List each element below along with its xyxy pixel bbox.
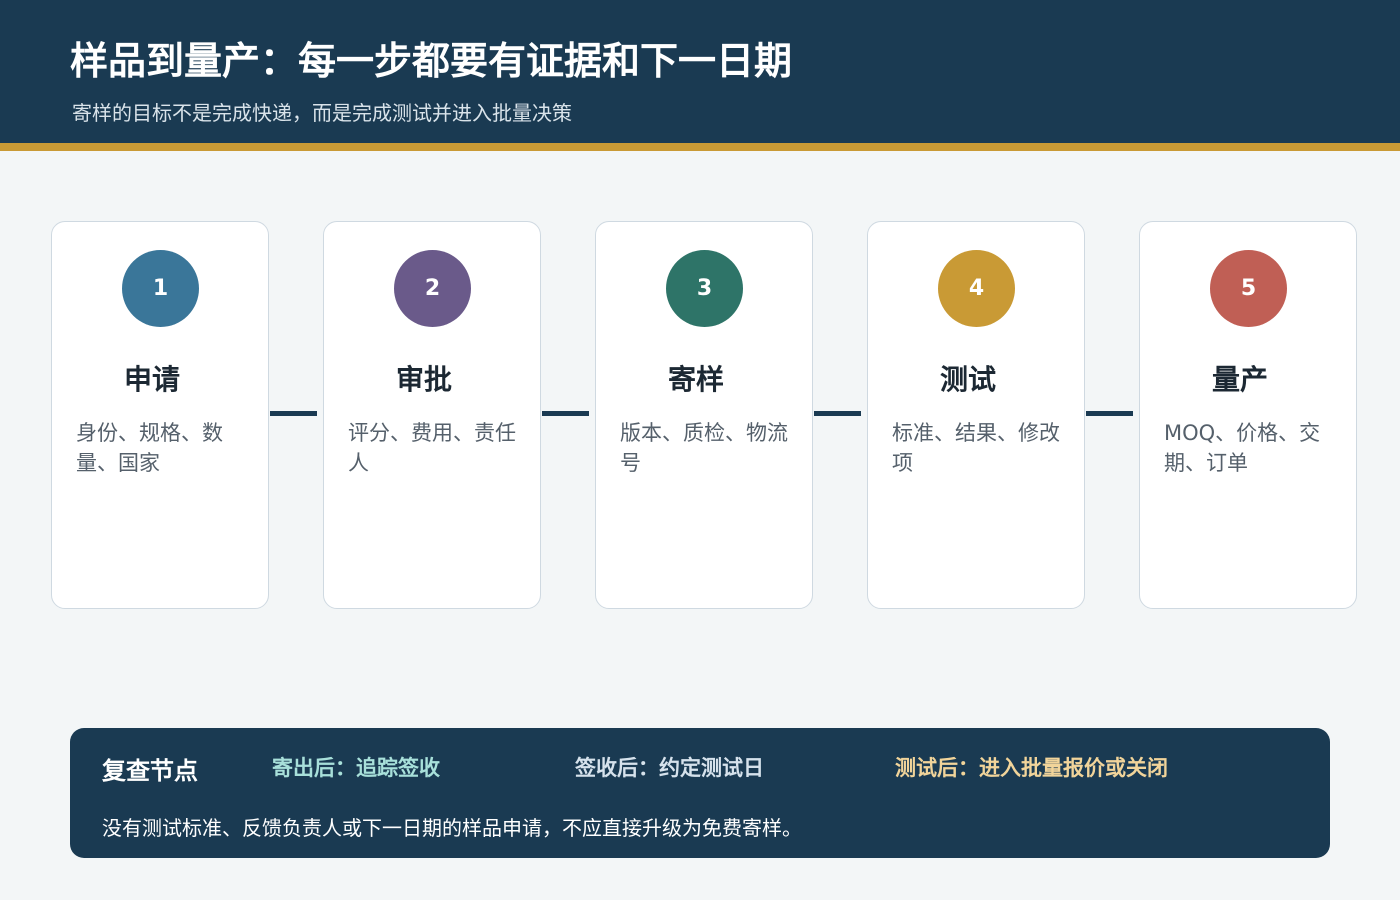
flow-connector xyxy=(270,411,317,416)
page-subtitle: 寄样的目标不是完成快递，而是完成测试并进入批量决策 xyxy=(72,101,572,125)
step-description: 身份、规格、数量、国家 xyxy=(76,421,223,475)
step-card-mass-production: 5 量产 MOQ、价格、交期、订单 xyxy=(1139,221,1357,609)
review-checkpoint: 签收后：约定测试日 xyxy=(575,756,764,780)
flow-connector xyxy=(814,411,861,416)
review-panel: 复查节点 寄出后：追踪签收 签收后：约定测试日 测试后：进入批量报价或关闭 没有… xyxy=(70,728,1330,858)
flow-connector xyxy=(542,411,589,416)
step-number-badge: 5 xyxy=(1210,250,1287,327)
step-description: 版本、质检、物流号 xyxy=(620,421,788,475)
step-title: 测试 xyxy=(939,363,996,396)
step-description: 评分、费用、责任人 xyxy=(348,421,516,475)
step-number-badge: 2 xyxy=(394,250,471,327)
step-number-badge: 3 xyxy=(666,250,743,327)
page-title: 样品到量产：每一步都要有证据和下一日期 xyxy=(70,39,793,83)
step-description: 标准、结果、修改项 xyxy=(892,421,1060,475)
step-title: 量产 xyxy=(1211,363,1268,396)
review-note: 没有测试标准、反馈负责人或下一日期的样品申请，不应直接升级为免费寄样。 xyxy=(102,816,802,840)
review-checkpoint: 寄出后：追踪签收 xyxy=(272,756,440,780)
step-title: 申请 xyxy=(123,363,180,396)
step-card-test: 4 测试 标准、结果、修改项 xyxy=(867,221,1085,609)
step-title: 审批 xyxy=(395,363,452,396)
header-accent-rule xyxy=(0,143,1400,151)
step-card-approve: 2 审批 评分、费用、责任人 xyxy=(323,221,541,609)
step-number-badge: 1 xyxy=(122,250,199,327)
step-description: MOQ、价格、交期、订单 xyxy=(1164,421,1321,475)
step-number-badge: 4 xyxy=(938,250,1015,327)
review-panel-title: 复查节点 xyxy=(102,757,198,785)
review-checkpoint: 测试后：进入批量报价或关闭 xyxy=(895,756,1168,780)
step-card-apply: 1 申请 身份、规格、数量、国家 xyxy=(51,221,269,609)
step-title: 寄样 xyxy=(667,363,724,396)
step-card-ship-sample: 3 寄样 版本、质检、物流号 xyxy=(595,221,813,609)
flow-connector xyxy=(1086,411,1133,416)
